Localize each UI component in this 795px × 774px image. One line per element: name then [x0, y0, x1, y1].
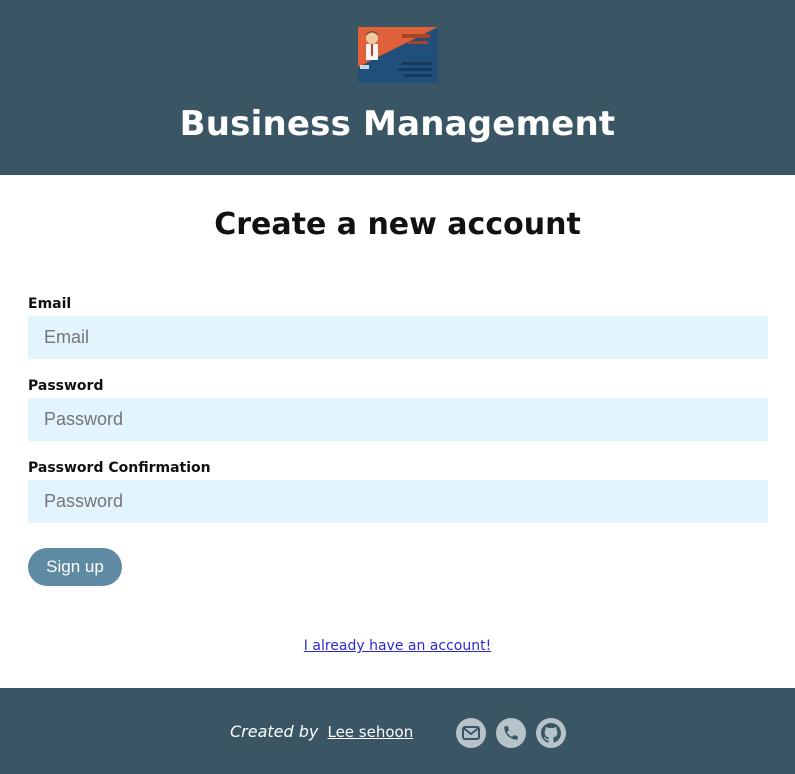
sign-up-button[interactable]: Sign up	[28, 548, 122, 586]
github-icon[interactable]	[536, 718, 566, 748]
app-title: Business Management	[179, 104, 616, 144]
site-footer: Created by Lee sehoon	[0, 688, 795, 774]
email-label: Email	[28, 296, 72, 312]
login-link[interactable]: I already have an account!	[304, 638, 491, 654]
mail-icon[interactable]	[456, 718, 486, 748]
login-link-container: I already have an account!	[0, 638, 795, 654]
credit: Created by Lee sehoon	[230, 722, 413, 741]
phone-icon[interactable]	[496, 718, 526, 748]
business-card-icon[interactable]	[358, 27, 438, 83]
password-confirmation-label: Password Confirmation	[28, 460, 211, 476]
password-label: Password	[28, 378, 104, 394]
password-field[interactable]	[28, 398, 768, 441]
page-title: Create a new account	[214, 207, 581, 242]
password-confirmation-field[interactable]	[28, 480, 768, 523]
email-field[interactable]	[28, 316, 768, 359]
signup-form: Create a new account Email Password Pass…	[0, 175, 795, 688]
site-header: Business Management	[0, 0, 795, 175]
author-link[interactable]: Lee sehoon	[327, 723, 413, 741]
credit-prefix: Created by	[230, 722, 319, 741]
